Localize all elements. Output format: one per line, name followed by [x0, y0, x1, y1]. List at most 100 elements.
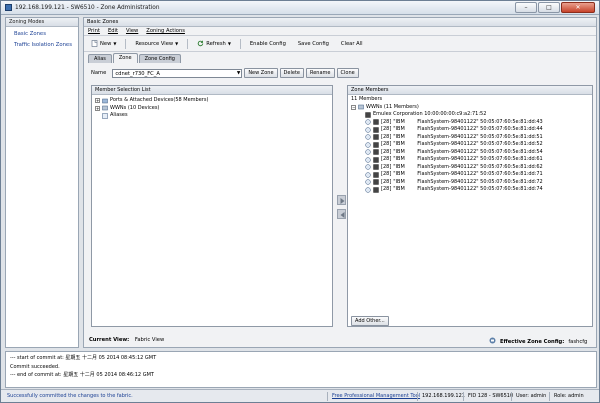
minimize-button[interactable]: – — [515, 2, 537, 13]
member-id: 1122" 50:05:07:60:5e:81:dd:43 — [463, 118, 543, 125]
member-id: 1122" 50:05:07:60:5e:81:dd:52 — [463, 141, 543, 147]
menu-bar: Print Edit View Zoning Actions — [84, 27, 596, 36]
toolbar: New ▼ Resource View ▼ Refresh ▼ Enable C… — [84, 36, 596, 52]
log-pane: --- start of commit at: 星期五 十二月 05 2014 … — [5, 351, 597, 388]
zoning-modes-panel: Zoning Modes Basic Zones Traffic Isolati… — [5, 17, 79, 348]
menu-zoning-actions[interactable]: Zoning Actions — [146, 28, 185, 34]
status-fid: FID 128 - SW6510 — [463, 392, 513, 401]
port-link-icon — [365, 149, 371, 155]
wwn-icon — [102, 105, 108, 111]
log-line: Commit succeeded. — [10, 363, 60, 370]
device-icon — [365, 112, 371, 118]
chevron-down-icon: ▼ — [227, 41, 231, 46]
resource-view-button[interactable]: Resource View ▼ — [132, 40, 181, 48]
member-vendor: "IBM — [393, 148, 405, 155]
panel-title: Basic Zones — [84, 18, 596, 27]
add-member-button[interactable] — [337, 195, 346, 205]
nav-basic-zones[interactable]: Basic Zones — [6, 29, 78, 40]
effective-zone-config-label: Effective Zone Config: — [500, 338, 565, 345]
member-row[interactable]: [28] "IBM FlashSystem-9840 1122" 50:05:07:6… — [351, 164, 589, 172]
member-id: 1122" 50:05:07:60:5e:81:dd:62 — [463, 163, 543, 170]
window-title: 192.168.199.121 - SW6510 - Zone Administ… — [15, 4, 160, 11]
tree-row-ports[interactable]: + Ports & Attached Devices(58 Members) — [95, 97, 329, 105]
save-config-button[interactable]: Save Config — [295, 40, 332, 48]
maximize-button[interactable]: □ — [538, 2, 560, 13]
enable-config-button[interactable]: Enable Config — [247, 40, 289, 48]
member-model: FlashSystem-9840 — [417, 156, 464, 162]
wwn-icon — [358, 104, 364, 110]
member-model: FlashSystem-9840 — [417, 178, 464, 185]
device-icon — [373, 134, 379, 140]
zoning-modes-header: Zoning Modes — [6, 18, 78, 27]
chevron-down-icon: ▼ — [175, 41, 179, 46]
expand-icon[interactable]: + — [95, 98, 100, 104]
member-model: FlashSystem-9840 — [417, 126, 464, 132]
member-row[interactable]: [28] "IBM FlashSystem-9840 1122" 50:05:07:6… — [351, 186, 589, 194]
port-link-icon — [365, 179, 371, 185]
member-id: 1122" 50:05:07:60:5e:81:dd:72 — [463, 178, 543, 185]
menu-view[interactable]: View — [126, 28, 138, 34]
tab-alias[interactable]: Alias — [88, 54, 112, 63]
expand-icon[interactable]: + — [95, 105, 100, 111]
title-bar: 192.168.199.121 - SW6510 - Zone Administ… — [1, 1, 599, 15]
alias-icon — [102, 113, 108, 119]
member-row[interactable]: [28] "IBM FlashSystem-9840 1122" 50:05:07:6… — [351, 119, 589, 127]
close-button[interactable]: ✕ — [561, 2, 595, 13]
member-row[interactable]: [28] "IBM FlashSystem-9840 1122" 50:05:07:6… — [351, 126, 589, 134]
rename-button[interactable]: Rename — [305, 68, 335, 78]
device-icon — [373, 119, 379, 125]
toolbar-separator — [239, 38, 241, 49]
menu-print[interactable]: Print — [88, 28, 100, 34]
refresh-button[interactable]: Refresh ▼ — [194, 39, 234, 48]
member-vendor: "IBM — [393, 186, 405, 192]
member-index: [28] — [381, 186, 392, 192]
management-tool-link[interactable]: Free Professional Management Tool — [327, 392, 420, 401]
member-vendor: "IBM — [393, 133, 405, 140]
port-link-icon — [365, 142, 371, 148]
member-vendor: "IBM — [393, 178, 405, 185]
status-role: Role: admin — [549, 392, 584, 401]
clear-all-button[interactable]: Clear All — [338, 40, 366, 48]
status-user: User: admin — [511, 392, 546, 401]
clone-button[interactable]: Clone — [336, 68, 359, 78]
current-view-value: Fabric View — [134, 337, 165, 343]
port-link-icon — [365, 187, 371, 193]
effective-zone-config-value: fashcfg — [568, 338, 588, 345]
new-zone-button[interactable]: New Zone — [244, 68, 278, 78]
member-row-emulex[interactable]: Emulex Corporation 10:00:00:00:c9:a2:71:… — [351, 111, 589, 119]
member-row[interactable]: [28] "IBM FlashSystem-9840 1122" 50:05:07:6… — [351, 149, 589, 157]
port-link-icon — [365, 157, 371, 163]
new-button[interactable]: New ▼ — [88, 39, 119, 48]
device-icon — [373, 142, 379, 148]
member-index: [28] — [381, 178, 392, 185]
device-icon — [373, 164, 379, 170]
member-row[interactable]: [28] "IBM FlashSystem-9840 1122" 50:05:07:6… — [351, 179, 589, 187]
tree-row-wwns-root[interactable]: − WWNs (11 Members) — [351, 104, 589, 112]
nav-traffic-isolation-zones[interactable]: Traffic Isolation Zones — [6, 40, 78, 51]
menu-edit[interactable]: Edit — [108, 28, 118, 34]
delete-button[interactable]: Delete — [279, 68, 304, 78]
tab-zone[interactable]: Zone — [112, 53, 138, 63]
add-other-button[interactable]: Add Other... — [351, 316, 389, 326]
member-row[interactable]: [28] "IBM FlashSystem-9840 1122" 50:05:07:6… — [351, 171, 589, 179]
tab-strip: Alias Zone Zone Config — [84, 52, 596, 63]
collapse-icon[interactable]: − — [351, 104, 356, 110]
zone-members-panel: Zone Members 11 Members − WWNs (11 Membe… — [347, 85, 593, 327]
tree-row-wwns[interactable]: + WWNs (10 Devices) — [95, 105, 329, 113]
member-index: [28] — [381, 133, 392, 140]
member-row[interactable]: [28] "IBM FlashSystem-9840 1122" 50:05:07:6… — [351, 141, 589, 149]
member-row[interactable]: [28] "IBM FlashSystem-9840 1122" 50:05:07:6… — [351, 156, 589, 164]
chevron-down-icon: ▼ — [113, 41, 117, 46]
device-icon — [373, 187, 379, 193]
remove-member-button[interactable] — [337, 209, 346, 219]
member-index: [28] — [381, 141, 392, 147]
zone-name-select[interactable]: cdnet_r730_FC_A ▼ — [112, 68, 243, 78]
tab-zone-config[interactable]: Zone Config — [138, 54, 181, 63]
member-model: FlashSystem-9840 — [417, 141, 464, 147]
member-model: FlashSystem-9840 — [417, 186, 464, 192]
member-row[interactable]: [28] "IBM FlashSystem-9840 1122" 50:05:07:6… — [351, 134, 589, 142]
tree-row-aliases[interactable]: Aliases — [95, 112, 329, 120]
member-model: FlashSystem-9840 — [417, 133, 464, 140]
member-id: 1122" 50:05:07:60:5e:81:dd:71 — [463, 171, 543, 177]
member-model: FlashSystem-9840 — [417, 118, 464, 125]
